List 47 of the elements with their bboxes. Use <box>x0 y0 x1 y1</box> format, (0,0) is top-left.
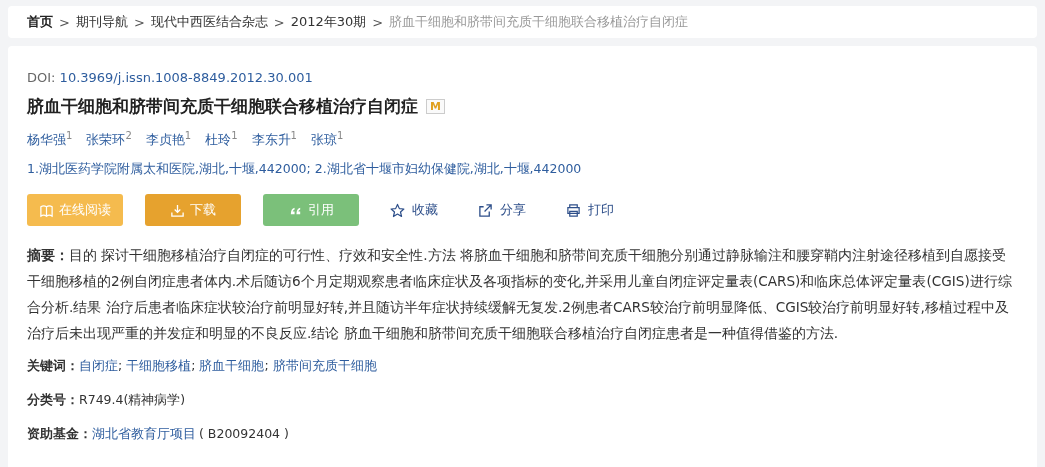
class-label: 分类号： <box>27 391 79 410</box>
keyword-link[interactable]: 自闭症 <box>79 356 118 377</box>
breadcrumb-separator: > <box>273 14 285 30</box>
article-title: 脐血干细胞和脐带间充质干细胞联合移植治疗自闭症 <box>27 95 418 118</box>
affiliation-mark: 1 <box>336 130 344 141</box>
author-link[interactable]: 张荣环 <box>86 132 126 148</box>
doi-label: DOI: <box>27 70 56 85</box>
breadcrumb-link[interactable]: 期刊导航 <box>75 13 128 31</box>
breadcrumb-separator: > <box>372 14 384 30</box>
breadcrumb-link[interactable]: 首页 <box>27 13 53 31</box>
fund-link[interactable]: 湖北省教育厅项目 <box>92 424 196 445</box>
breadcrumb-link[interactable]: 2012年30期 <box>290 13 367 31</box>
affiliation-mark: 1 <box>231 130 238 141</box>
class-number: R749.4(精神病学) <box>79 391 186 410</box>
breadcrumb-current: 脐血干细胞和脐带间充质干细胞联合移植治疗自闭症 <box>389 13 689 31</box>
badge: M <box>426 99 445 114</box>
author-link[interactable]: 李东升 <box>251 132 291 148</box>
keyword-separator: ; <box>264 357 269 376</box>
abstract: 摘要：目的 探讨干细胞移植治疗自闭症的可行性、疗效和安全性.方法 将脐血干细胞和脐带间充质干细胞分别通过静脉输注和腰穿鞘内注射途径移植到自愿接受干细胞移植的2例自闭症患者体内.术后随访6个月定期观察患者临床症状及各项指标的变化,并采用儿童自闭症评定量表(CARS)和临床总体评定量表(CGIS)进行综合分析.结果 治疗后患者临床症状较治疗前明显好转,并且随访半年症状持续缓解无复发.2例患者CARS较治疗前明显降低、CGIS较治疗前明显好转,移植过程中及治疗后未出现严重的并发症和明显的不良反应.结论 脐血干细胞和脐带间充质干细胞联合移植治疗自闭症患者是一种值得借鉴的方法. <box>27 246 1013 344</box>
author-link[interactable]: 张琼 <box>310 132 337 148</box>
keyword-link[interactable]: 脐血干细胞 <box>199 356 265 377</box>
author-link[interactable]: 杜玲 <box>205 132 232 148</box>
action-link[interactable]: 分享 <box>469 201 535 220</box>
fund-label: 资助基金： <box>27 425 92 444</box>
affiliation-mark: 1 <box>184 130 192 141</box>
share-icon <box>478 202 493 218</box>
affiliation-mark: 1 <box>290 130 297 141</box>
author-link[interactable]: 杨华强 <box>27 132 66 148</box>
affiliation-mark: 2 <box>125 130 132 141</box>
printer-icon <box>566 202 581 218</box>
doi-link[interactable]: 10.3969/j.issn.1008-8849.2012.30.001 <box>59 70 313 85</box>
author-link[interactable]: 李贞艳 <box>145 132 185 148</box>
download-icon <box>170 202 185 218</box>
action-link[interactable]: 打印 <box>557 201 623 220</box>
keywords-label: 关键词： <box>27 357 79 376</box>
star-icon <box>390 202 405 218</box>
affiliations[interactable]: 1.湖北医药学院附属太和医院,湖北,十堰,442000; 2.湖北省十堰市妇幼保健院,湖北,十堰,442000 <box>27 161 582 177</box>
keyword-separator: ; <box>118 357 123 376</box>
breadcrumb-separator: > <box>59 14 70 30</box>
breadcrumb-link[interactable]: 现代中西医结合杂志 <box>150 13 268 31</box>
keyword-separator: ; <box>191 357 196 376</box>
breadcrumb-separator: > <box>133 14 145 30</box>
keyword-link[interactable]: 脐带间充质干细胞 <box>272 356 377 377</box>
affiliation-mark: 1 <box>66 130 73 141</box>
fund-code: ( B20092404 ) <box>199 425 289 444</box>
action-link[interactable]: 收藏 <box>381 201 447 220</box>
book-icon <box>39 202 54 218</box>
